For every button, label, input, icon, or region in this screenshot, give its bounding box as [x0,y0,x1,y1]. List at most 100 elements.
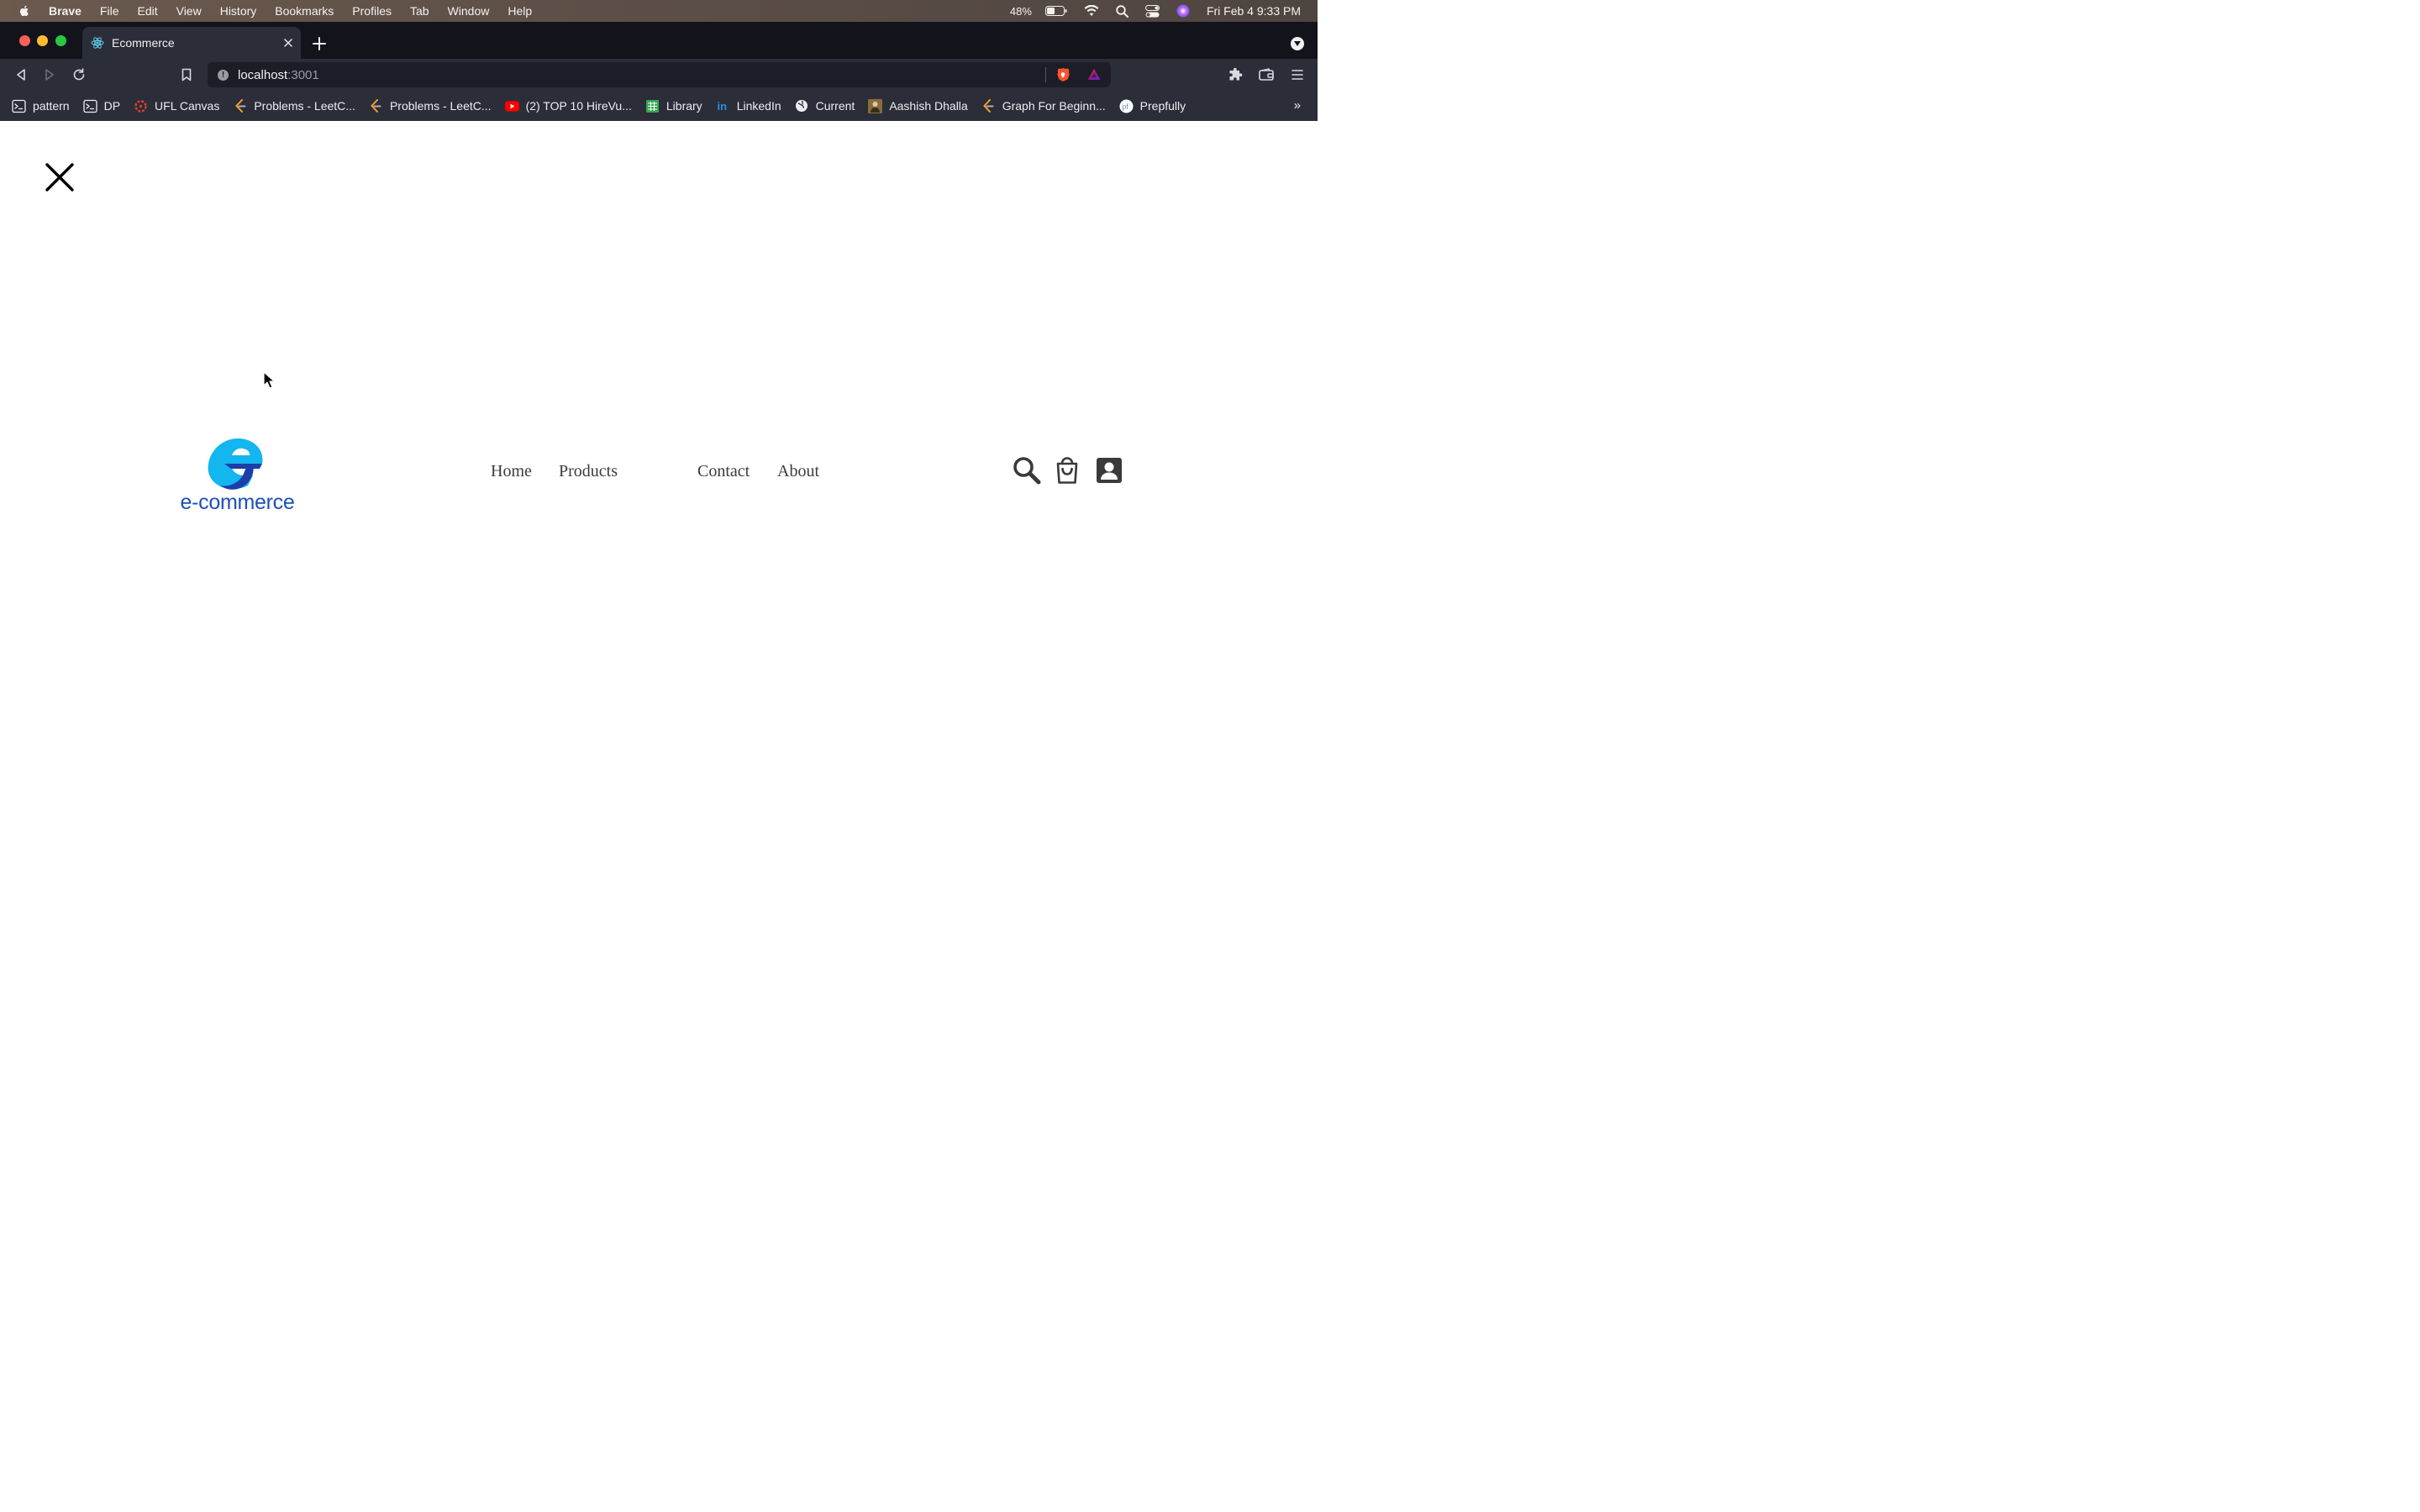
svg-text:pf: pf [1122,102,1128,111]
bookmark-label: Problems - LeetC... [254,99,355,113]
menu-edit[interactable]: Edit [137,4,157,18]
close-menu-icon[interactable] [44,161,76,193]
menu-bookmarks[interactable]: Bookmarks [275,4,334,18]
shopping-bag-icon[interactable] [1052,455,1082,486]
bookmark-graph-for-beginners[interactable]: Graph For Beginn... [981,98,1106,113]
bookmark-linkedin[interactable]: in LinkedIn [716,99,781,113]
menu-view[interactable]: View [176,4,202,18]
menu-history[interactable]: History [220,4,257,18]
bookmark-dp[interactable]: DP [82,99,121,113]
site-info-icon[interactable]: ! [218,69,229,81]
window-minimize-button[interactable] [37,35,48,46]
control-center-icon[interactable] [1144,4,1160,18]
battery-percent: 48% [1009,4,1032,18]
menu-file[interactable]: File [100,4,119,18]
new-tab-icon[interactable] [313,37,326,50]
bookmark-aashish-dhalla[interactable]: Aashish Dhalla [868,98,968,113]
address-url[interactable]: localhost:3001 [238,68,319,82]
bookmark-label: DP [103,99,121,113]
search-icon[interactable] [1012,455,1042,486]
bookmark-pattern[interactable]: pattern [12,99,70,113]
bookmark-label: Problems - LeetC... [389,99,492,113]
battery-icon[interactable] [1044,6,1067,16]
bookmark-label: pattern [33,99,70,113]
bookmark-label: LinkedIn [736,99,781,113]
spotlight-search-icon[interactable] [1116,4,1128,18]
window-close-button[interactable] [19,35,30,46]
canvas-icon [134,99,148,113]
forward-icon[interactable] [42,67,57,82]
bookmark-label: Prepfully [1139,99,1186,113]
user-account-icon[interactable] [1094,455,1124,486]
brave-shields-icon[interactable] [1055,67,1071,82]
apple-icon[interactable] [18,4,31,18]
bookmark-leetcode-2[interactable]: Problems - LeetC... [369,98,492,113]
menu-help[interactable]: Help [508,4,532,18]
siri-icon[interactable] [1176,4,1190,18]
bookmark-page-icon[interactable] [179,67,194,82]
terminal-icon [12,99,26,113]
tab-close-icon[interactable] [282,37,294,49]
bookmarks-bar: pattern DP UFL Canvas Problems - LeetC..… [0,91,1318,121]
leetcode-icon [369,98,383,113]
more-bookmarks-button[interactable]: » [1294,98,1301,113]
menu-profiles[interactable]: Profiles [352,4,392,18]
site-navbar: e-commerce Home Products Contact About [0,430,1318,514]
url-host: localhost [238,67,288,82]
prepfully-icon: pf [1119,99,1134,113]
menubar-clock[interactable]: Fri Feb 4 9:33 PM [1207,4,1301,18]
address-bar[interactable]: ! localhost:3001 [208,62,1111,87]
bookmark-prepfully[interactable]: pf Prepfully [1119,99,1186,113]
svg-text:in: in [718,100,728,113]
macos-menu-bar: Brave File Edit View History Bookmarks P… [0,0,1318,22]
bookmark-ufl-canvas[interactable]: UFL Canvas [134,99,219,113]
browser-toolbar: ! localhost:3001 [0,59,1318,91]
menu-app-name[interactable]: Brave [49,4,82,18]
address-bar-divider [1045,67,1046,82]
tab-search-icon[interactable] [1291,37,1304,50]
mouse-cursor-icon [263,371,275,389]
window-zoom-button[interactable] [55,35,66,46]
ecommerce-logo-icon [208,438,263,490]
nav-contact-link[interactable]: Contact [697,462,750,481]
youtube-icon [504,99,519,113]
menu-tab[interactable]: Tab [410,4,429,18]
nav-home-link[interactable]: Home [491,462,532,481]
sheet-icon [645,99,660,113]
leetcode-icon [233,98,247,113]
linkedin-icon: in [716,99,730,113]
wallet-icon[interactable] [1259,67,1274,82]
page-content: e-commerce Home Products Contact About [0,121,1318,823]
bookmark-youtube[interactable]: (2) TOP 10 HireVu... [504,99,632,113]
react-favicon-icon [91,37,104,49]
browser-tab-strip: Ecommerce [0,22,1318,59]
back-icon[interactable] [13,67,29,82]
extensions-icon[interactable] [1228,67,1243,82]
bookmark-library[interactable]: Library [645,99,702,113]
tab-ecommerce[interactable]: Ecommerce [82,27,301,59]
wifi-icon[interactable] [1084,5,1099,17]
reload-icon[interactable] [71,67,87,82]
bookmark-label: Graph For Beginn... [1002,99,1106,113]
leetcode-icon [981,98,996,113]
bookmark-label: Current [815,99,855,113]
tab-title: Ecommerce [112,36,175,50]
bookmark-label: (2) TOP 10 HireVu... [525,99,632,113]
globe-icon [795,99,809,113]
terminal-icon [82,99,97,113]
menubar-status-area: 48% Fri Feb 4 9:33 PM [1010,0,1301,22]
nav-about-link[interactable]: About [777,462,819,481]
bookmark-label: Aashish Dhalla [889,99,968,113]
brave-rewards-icon[interactable] [1086,67,1102,82]
brand-logo[interactable]: e-commerce [172,433,302,514]
url-port: :3001 [287,67,319,82]
brand-logo-text: e-commerce [180,491,295,514]
browser-menu-icon[interactable] [1290,67,1305,82]
nav-products-link[interactable]: Products [559,462,618,481]
bookmark-current[interactable]: Current [795,99,855,113]
avatar-icon [868,98,883,113]
bookmark-label: UFL Canvas [155,99,220,113]
menu-window[interactable]: Window [448,4,490,18]
bookmark-label: Library [666,99,702,113]
bookmark-leetcode-1[interactable]: Problems - LeetC... [233,98,355,113]
